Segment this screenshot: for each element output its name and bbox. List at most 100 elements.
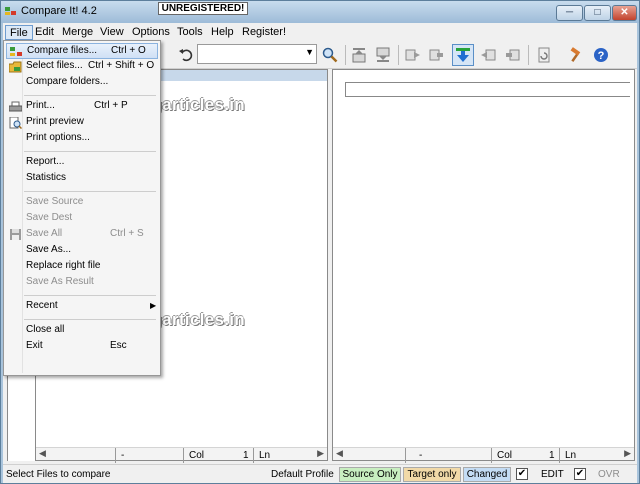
menu-item-select-files[interactable]: Select files... Ctrl + Shift + O <box>6 59 158 75</box>
menu-item-print-preview[interactable]: Print preview <box>6 115 158 131</box>
search-button[interactable] <box>319 44 341 66</box>
menu-merge[interactable]: Merge <box>58 25 97 40</box>
divider <box>405 448 406 463</box>
menu-item-report[interactable]: Report... <box>6 155 158 171</box>
copy-left-block-button[interactable] <box>501 44 523 66</box>
compare-files-label: Compare files... <box>27 45 98 56</box>
undo-button[interactable] <box>175 44 197 66</box>
menu-edit[interactable]: Edit <box>31 25 58 40</box>
menu-item-save-as[interactable]: Save As... <box>6 243 158 259</box>
copy-right-button[interactable] <box>402 44 424 66</box>
target-only-legend: Target only <box>403 467 461 482</box>
menu-item-save-all[interactable]: Save All Ctrl + S <box>6 227 158 243</box>
first-diff-icon <box>352 48 366 63</box>
down-arrow-icon <box>456 48 470 62</box>
search-icon <box>322 47 338 63</box>
right-col-value: 1 <box>549 450 555 461</box>
right-col-label: Col <box>497 450 513 461</box>
next-diff-button[interactable] <box>452 44 474 66</box>
last-diff-icon <box>376 47 390 62</box>
app-window: Compare It! 4.2 UNREGISTERED! ─ □ ✕ File… <box>0 0 640 484</box>
current-line-marker <box>345 82 630 97</box>
menu-separator <box>24 151 156 152</box>
copy-right-block-button[interactable] <box>426 44 448 66</box>
copy-right-icon <box>405 49 420 61</box>
divider <box>183 448 184 463</box>
minimize-button[interactable]: ─ <box>556 5 583 21</box>
menu-item-close-all[interactable]: Close all <box>6 323 158 339</box>
menu-tools[interactable]: Tools <box>173 25 207 40</box>
submenu-arrow-icon: ▶ <box>150 301 157 310</box>
menu-view[interactable]: View <box>96 25 128 40</box>
print-options-label: Print options... <box>26 132 90 143</box>
exit-shortcut: Esc <box>110 340 127 351</box>
window-title: Compare It! 4.2 <box>21 5 97 17</box>
filter-combo[interactable]: ▼ <box>197 44 317 64</box>
toolbar-separator <box>345 45 346 65</box>
menu-register[interactable]: Register! <box>238 25 290 40</box>
right-status-dash: - <box>419 450 423 461</box>
menu-item-print[interactable]: Print... Ctrl + P <box>6 99 158 115</box>
save-all-shortcut: Ctrl + S <box>110 228 144 239</box>
first-diff-button[interactable] <box>348 44 370 66</box>
floppy-disk-icon <box>10 229 21 240</box>
copy-left-button[interactable] <box>477 44 499 66</box>
print-preview-label: Print preview <box>26 116 84 127</box>
replace-right-file-label: Replace right file <box>26 260 101 271</box>
chevron-down-icon: ▼ <box>305 47 314 57</box>
title-bar[interactable]: Compare It! 4.2 UNREGISTERED! ─ □ ✕ <box>1 1 639 23</box>
menu-item-statistics[interactable]: Statistics <box>6 171 158 187</box>
menu-bar: File Edit Merge View Options Tools Help … <box>3 23 637 41</box>
left-col-label: Col <box>189 450 205 461</box>
menu-item-save-source[interactable]: Save Source <box>6 195 158 211</box>
compare-files-shortcut: Ctrl + O <box>111 45 146 56</box>
menu-item-recent[interactable]: Recent ▶ <box>6 299 158 315</box>
menu-item-compare-folders[interactable]: Compare folders... <box>6 75 158 91</box>
app-logo-icon <box>5 7 16 15</box>
folder-icon <box>9 61 22 73</box>
toolbar-separator <box>528 45 529 65</box>
recent-label: Recent <box>26 300 58 311</box>
menu-file[interactable]: File <box>5 25 33 40</box>
right-ln-label: Ln <box>565 450 577 461</box>
exit-label: Exit <box>26 340 43 351</box>
menu-item-save-dest[interactable]: Save Dest <box>6 211 158 227</box>
menu-item-print-options[interactable]: Print options... <box>6 131 158 147</box>
print-preview-icon <box>9 117 22 129</box>
refresh-icon <box>538 47 550 63</box>
hammer-icon <box>570 47 581 62</box>
ovr-label: OVR <box>598 469 620 480</box>
menu-item-replace-right-file[interactable]: Replace right file <box>6 259 158 275</box>
menu-item-compare-files[interactable]: Compare files... Ctrl + O <box>6 43 158 59</box>
svg-text:?: ? <box>598 50 605 62</box>
refresh-button[interactable] <box>533 44 555 66</box>
copy-left-block-icon <box>506 49 520 61</box>
ovr-checkbox[interactable]: ✔ <box>574 468 586 480</box>
menu-item-exit[interactable]: Exit Esc <box>6 339 158 355</box>
compare-folders-label: Compare folders... <box>26 76 109 87</box>
tools-button[interactable] <box>564 44 586 66</box>
save-as-result-label: Save As Result <box>26 276 94 287</box>
copy-right-block-icon <box>429 49 443 61</box>
maximize-button[interactable]: □ <box>584 5 611 21</box>
help-button[interactable]: ? <box>590 44 612 66</box>
last-diff-button[interactable] <box>372 44 394 66</box>
printer-icon <box>9 101 22 112</box>
right-pane[interactable]: ◀ ▶ <box>332 69 635 461</box>
select-files-shortcut: Ctrl + Shift + O <box>88 60 155 71</box>
menu-separator <box>24 191 156 192</box>
edit-checkbox[interactable]: ✔ <box>516 468 528 480</box>
statistics-label: Statistics <box>26 172 67 183</box>
divider <box>115 448 116 463</box>
maximize-icon: □ <box>594 7 601 18</box>
source-only-legend: Source Only <box>339 467 401 482</box>
compare-files-icon <box>10 47 22 56</box>
menu-help[interactable]: Help <box>207 25 238 40</box>
menu-options[interactable]: Options <box>128 25 174 40</box>
divider <box>253 448 254 463</box>
save-source-label: Save Source <box>26 196 84 207</box>
save-dest-label: Save Dest <box>26 212 73 223</box>
changed-legend: Changed <box>463 467 511 482</box>
menu-item-save-as-result[interactable]: Save As Result <box>6 275 158 291</box>
close-button[interactable]: ✕ <box>612 5 637 21</box>
